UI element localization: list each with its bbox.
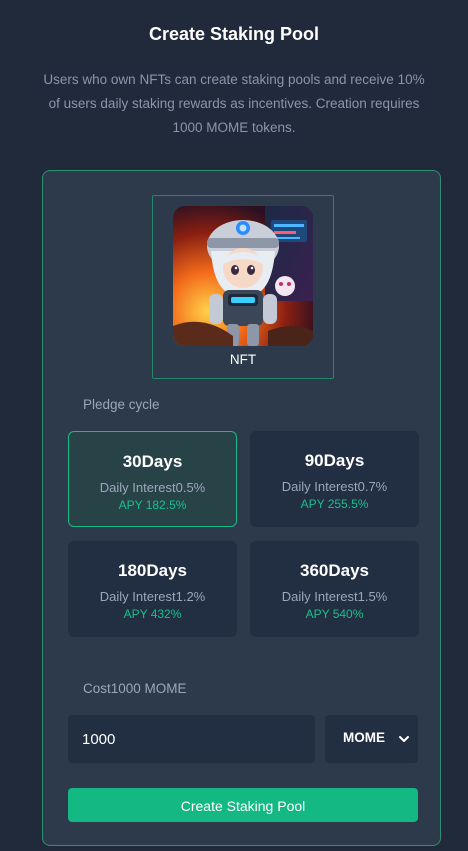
option-apy: APY 255.5% bbox=[300, 497, 369, 511]
option-daily-interest: Daily Interest0.5% bbox=[99, 480, 206, 495]
staking-pool-form-card: NFT Pledge cycle 30Days Daily Interest0.… bbox=[42, 170, 441, 846]
option-days: 180Days bbox=[117, 561, 187, 580]
pledge-option-90-days[interactable]: 90Days Daily Interest0.7% APY 255.5% bbox=[250, 431, 419, 527]
option-days: 90Days bbox=[304, 451, 365, 470]
option-apy: APY 540% bbox=[305, 607, 364, 621]
nft-label: NFT bbox=[229, 352, 257, 367]
option-apy: APY 182.5% bbox=[118, 498, 187, 512]
token-select[interactable]: MOME bbox=[325, 715, 418, 763]
pledge-option-180-days[interactable]: 180Days Daily Interest1.2% APY 432% bbox=[68, 541, 237, 637]
option-daily-interest: Daily Interest0.7% bbox=[281, 479, 388, 494]
token-selected-value: MOME bbox=[343, 730, 385, 745]
option-apy: APY 432% bbox=[123, 607, 182, 621]
option-days: 30Days bbox=[122, 452, 183, 471]
pledge-option-30-days[interactable]: 30Days Daily Interest0.5% APY 182.5% bbox=[68, 431, 237, 527]
option-daily-interest: Daily Interest1.2% bbox=[99, 589, 206, 604]
create-staking-pool-button[interactable]: Create Staking Pool bbox=[68, 788, 418, 822]
chevron-down-icon bbox=[398, 732, 410, 750]
option-days: 360Days bbox=[299, 561, 369, 580]
cost-label: Cost1000 MOME bbox=[83, 681, 187, 696]
option-daily-interest: Daily Interest1.5% bbox=[281, 589, 388, 604]
nft-selector[interactable]: NFT bbox=[152, 195, 334, 379]
amount-input[interactable] bbox=[68, 715, 315, 763]
nft-character-image bbox=[173, 206, 313, 346]
page-title: Create Staking Pool bbox=[148, 24, 320, 44]
create-staking-pool-page: Create Staking Pool Users who own NFTs c… bbox=[0, 0, 468, 851]
pledge-option-360-days[interactable]: 360Days Daily Interest1.5% APY 540% bbox=[250, 541, 419, 637]
page-description: Users who own NFTs can create staking po… bbox=[43, 72, 425, 135]
pledge-cycle-label: Pledge cycle bbox=[83, 397, 160, 412]
